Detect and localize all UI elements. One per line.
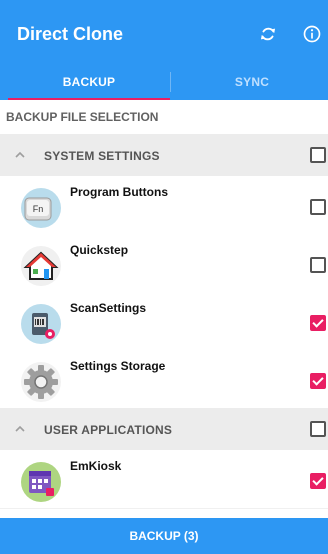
fn-key-icon: Fn xyxy=(21,188,61,228)
active-tab-indicator xyxy=(8,98,170,100)
svg-text:Fn: Fn xyxy=(33,204,44,214)
item-checkbox[interactable] xyxy=(310,199,326,215)
app-name: EmKiosk xyxy=(70,459,122,473)
group-label: USER APPLICATIONS xyxy=(44,423,173,437)
app-name: Quickstep xyxy=(70,243,129,257)
group-header-user-applications[interactable]: USER APPLICATIONS xyxy=(0,408,328,450)
group-checkbox-system-settings[interactable] xyxy=(310,147,326,163)
scanner-gear-icon xyxy=(21,304,61,344)
house-icon xyxy=(21,246,61,286)
tab-backup[interactable]: BACKUP xyxy=(8,64,170,100)
app-name: ScanSettings xyxy=(70,301,147,315)
item-checkbox[interactable] xyxy=(310,373,326,389)
info-button[interactable] xyxy=(300,22,324,46)
list-item-settings-storage[interactable]: Settings Storage xyxy=(0,350,328,409)
app-bar: Direct Clone BACKUP SYNC xyxy=(0,0,328,100)
kiosk-calendar-icon xyxy=(21,462,61,502)
item-checkbox[interactable] xyxy=(310,257,326,273)
list-item-scansettings[interactable]: ScanSettings xyxy=(0,292,328,351)
list-item-program-buttons[interactable]: Fn Program Buttons xyxy=(0,176,328,235)
tab-bar: BACKUP SYNC xyxy=(0,64,328,100)
info-icon xyxy=(303,25,321,43)
app-name: Program Buttons xyxy=(70,185,169,199)
backup-button[interactable]: BACKUP (3) xyxy=(0,518,328,554)
list-item-quickstep[interactable]: Quickstep xyxy=(0,234,328,293)
group-label: SYSTEM SETTINGS xyxy=(44,149,160,163)
sync-refresh-button[interactable] xyxy=(256,22,280,46)
app-title: Direct Clone xyxy=(17,24,124,44)
app-name: Settings Storage xyxy=(70,359,166,373)
item-checkbox[interactable] xyxy=(310,473,326,489)
item-checkbox[interactable] xyxy=(310,315,326,331)
chevron-up-icon xyxy=(15,151,25,158)
group-checkbox-user-applications[interactable] xyxy=(310,421,326,437)
chevron-up-icon xyxy=(15,425,25,432)
refresh-icon xyxy=(260,27,276,41)
gear-icon xyxy=(21,362,61,402)
list-item-emkiosk[interactable]: EmKiosk xyxy=(0,450,328,509)
tab-sync[interactable]: SYNC xyxy=(170,64,328,100)
section-title: BACKUP FILE SELECTION xyxy=(6,110,159,124)
group-header-system-settings[interactable]: SYSTEM SETTINGS xyxy=(0,134,328,176)
